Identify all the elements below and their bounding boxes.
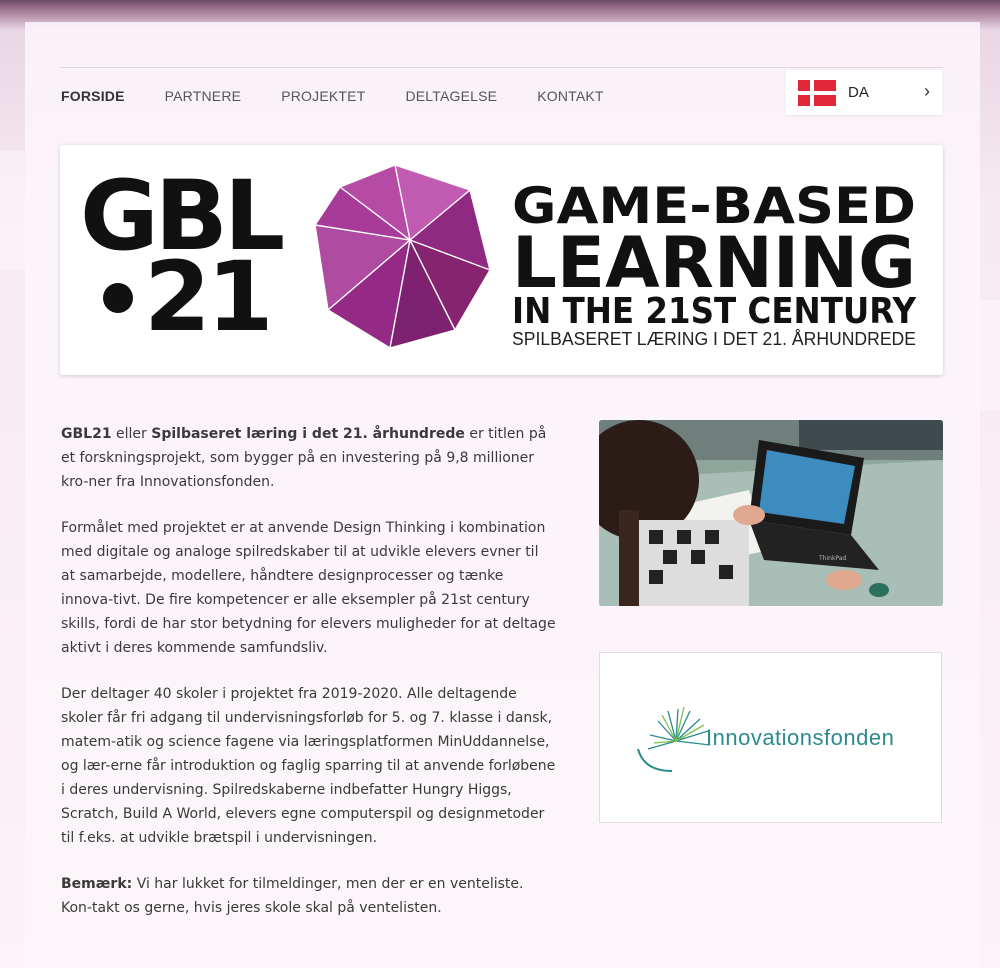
project-acronym: GBL21 <box>61 426 112 442</box>
classroom-photo: ThinkPad <box>599 420 943 606</box>
language-selector[interactable]: DA › <box>786 70 942 115</box>
banner-subtitle: SPILBASERET LÆRING I DET 21. ÅRHUNDREDE <box>512 329 916 349</box>
nav-item-forside[interactable]: FORSIDE <box>61 88 125 104</box>
icosahedron-icon <box>314 164 491 349</box>
intro-paragraph-3: Der deltager 40 skoler i projektet fra 2… <box>61 686 556 846</box>
laptop-brand: ThinkPad <box>818 555 846 562</box>
background-tile <box>0 150 25 270</box>
sponsor-name: Innovationsfonden <box>706 725 895 750</box>
note-label: Bemærk: <box>61 876 133 892</box>
project-title: Spilbaseret læring i det 21. århundrede <box>151 426 465 442</box>
background-tile <box>980 300 1000 410</box>
logo-dot <box>103 283 133 313</box>
header-divider <box>61 67 943 68</box>
text-span: eller <box>111 426 152 442</box>
nav-item-deltagelse[interactable]: DELTAGELSE <box>405 88 497 104</box>
language-label: DA <box>848 84 869 101</box>
intro-paragraph-4: Bemærk: Vi har lukket for tilmeldinger, … <box>61 872 556 920</box>
logo-text-21: 21 <box>144 241 270 353</box>
sponsor-card[interactable]: Innovationsfonden <box>599 652 942 823</box>
banner-graphic: GBL 21 GAME-BASED LEARNING IN THE 21ST C… <box>80 160 917 353</box>
page-container: FORSIDE PARTNERE PROJEKTET DELTAGELSE KO… <box>25 22 980 968</box>
photo-graphic: ThinkPad <box>599 420 943 606</box>
intro-paragraph-1: GBL21 eller Spilbaseret læring i det 21.… <box>61 422 556 494</box>
innovationsfonden-logo-icon <box>637 706 711 772</box>
danish-flag-icon <box>798 80 836 106</box>
nav-item-partnere[interactable]: PARTNERE <box>165 88 242 104</box>
intro-content: GBL21 eller Spilbaseret læring i det 21.… <box>61 422 556 942</box>
banner-title-line3: IN THE 21ST CENTURY <box>512 291 917 332</box>
chevron-right-icon: › <box>924 81 930 101</box>
nav-item-kontakt[interactable]: KONTAKT <box>537 88 603 104</box>
intro-paragraph-2: Formålet med projektet er at anvende Des… <box>61 520 556 656</box>
hero-banner: GBL 21 GAME-BASED LEARNING IN THE 21ST C… <box>60 145 943 375</box>
main-nav: FORSIDE PARTNERE PROJEKTET DELTAGELSE KO… <box>61 88 644 104</box>
nav-item-projektet[interactable]: PROJEKTET <box>281 88 365 104</box>
